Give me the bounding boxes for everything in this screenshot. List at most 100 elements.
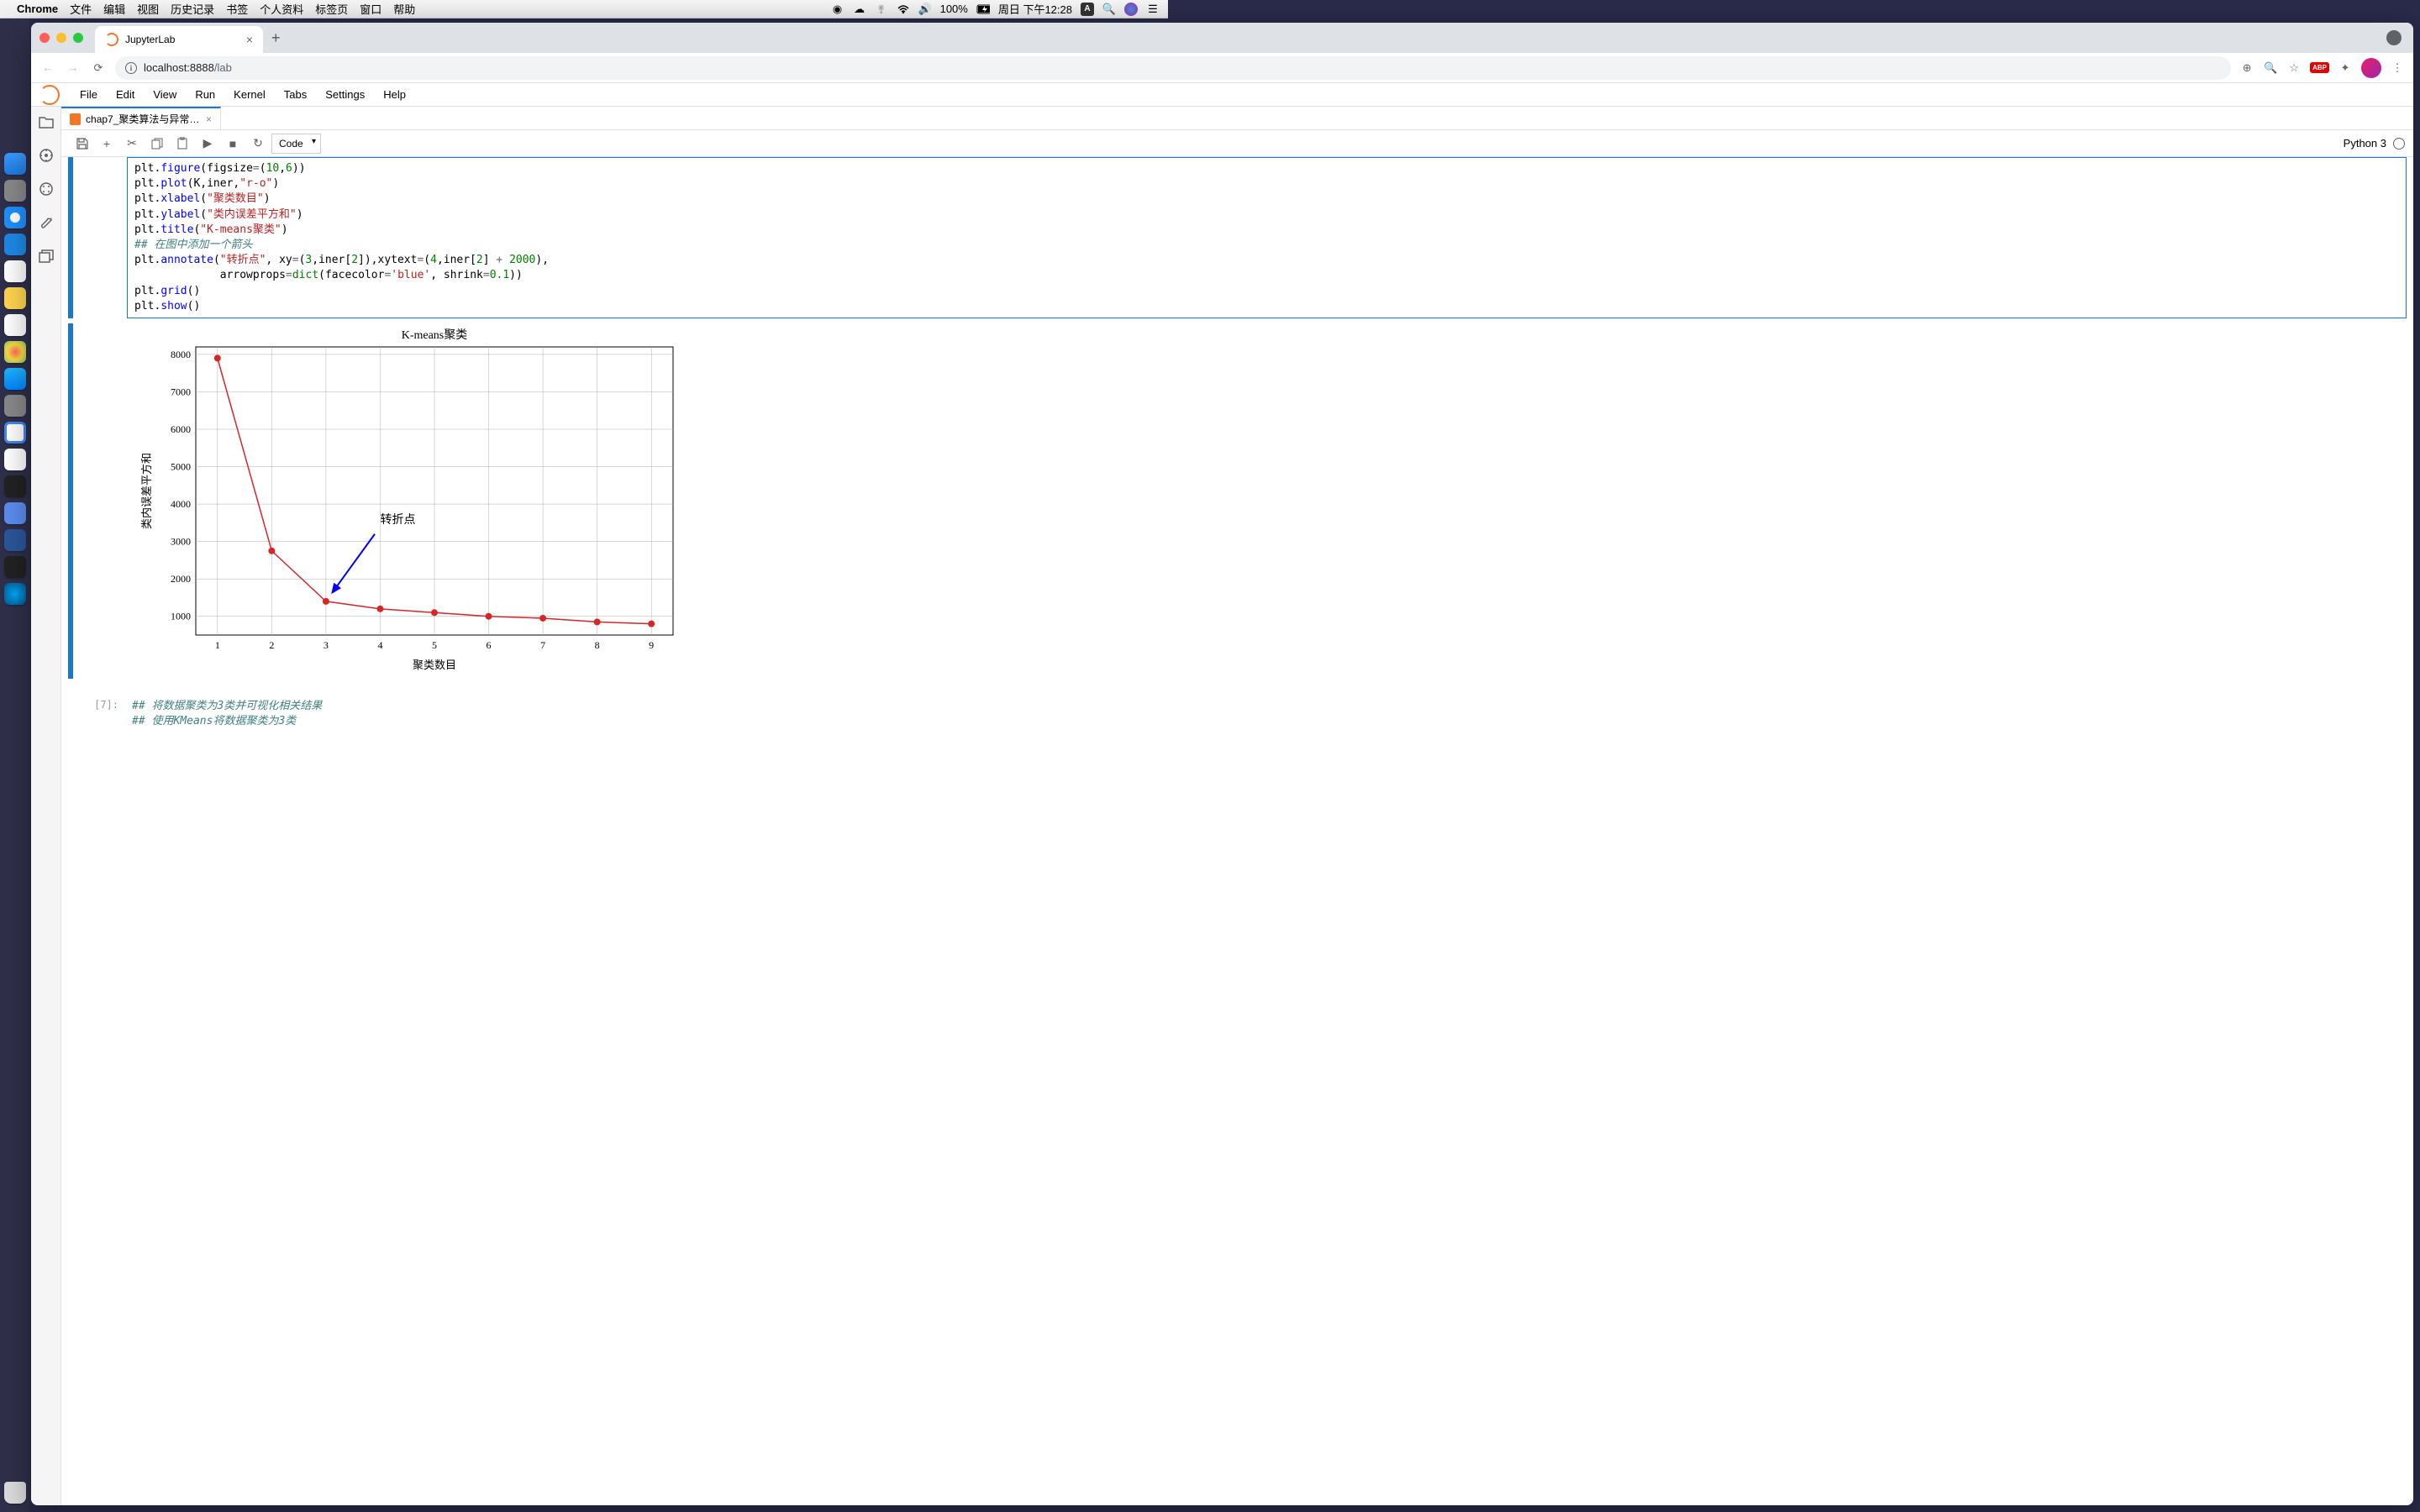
cut-button[interactable]: ✂: [120, 134, 144, 154]
notebook-area[interactable]: plt.figure(figsize=(10,6)) plt.plot(K,in…: [61, 157, 2413, 1505]
abp-extension-icon[interactable]: ABP: [2310, 62, 2329, 73]
profile-avatar[interactable]: [2361, 58, 2381, 78]
jlab-menu-file[interactable]: File: [71, 85, 106, 104]
dock-activity[interactable]: [4, 556, 26, 578]
reload-button[interactable]: ⟳: [90, 60, 107, 76]
jlab-menu-view[interactable]: View: [145, 85, 185, 104]
tabs-icon[interactable]: [38, 248, 55, 265]
svg-text:1000: 1000: [171, 611, 191, 622]
code-input[interactable]: ## 将数据聚类为3类并可视化相关结果 ## 使用KMeans将数据聚类为3类: [125, 696, 2407, 732]
dock-settings[interactable]: [4, 395, 26, 417]
dock-trash[interactable]: [4, 1482, 26, 1504]
dock-qq[interactable]: [4, 449, 26, 470]
wifi-icon[interactable]: [897, 3, 910, 16]
back-button[interactable]: ←: [39, 60, 56, 76]
input-source-icon[interactable]: A: [1081, 3, 1094, 16]
wrench-icon[interactable]: [38, 214, 55, 231]
translate-icon[interactable]: ⊕: [2239, 60, 2254, 76]
menu-file[interactable]: 文件: [70, 1, 92, 17]
jupyter-logo-icon[interactable]: [39, 85, 60, 105]
menu-help[interactable]: 帮助: [393, 1, 415, 17]
kernel-name[interactable]: Python 3: [2344, 137, 2386, 150]
window-close[interactable]: [39, 33, 50, 43]
tab-title: JupyterLab: [125, 34, 239, 45]
menu-edit[interactable]: 编辑: [103, 1, 125, 17]
dock-reminders[interactable]: [4, 314, 26, 336]
svg-text:K-means聚类: K-means聚类: [402, 328, 468, 342]
dock-safari[interactable]: [4, 207, 26, 228]
siri-icon[interactable]: [1124, 3, 1138, 16]
restart-button[interactable]: ↻: [246, 134, 270, 154]
tab-close-icon[interactable]: ×: [206, 113, 212, 125]
extensions-icon[interactable]: ✦: [2338, 60, 2353, 76]
code-input[interactable]: plt.figure(figsize=(10,6)) plt.plot(K,in…: [127, 157, 2407, 318]
run-button[interactable]: ▶: [196, 134, 219, 154]
jlab-menu-settings[interactable]: Settings: [317, 85, 373, 104]
jlab-menu-edit[interactable]: Edit: [108, 85, 143, 104]
menu-history[interactable]: 历史记录: [171, 1, 214, 17]
tab-close-icon[interactable]: ×: [246, 33, 253, 46]
dock-calendar[interactable]: [4, 260, 26, 282]
svg-text:2000: 2000: [171, 573, 191, 585]
commands-icon[interactable]: [38, 181, 55, 197]
menu-view[interactable]: 视图: [137, 1, 159, 17]
code-cell[interactable]: [7]: ## 将数据聚类为3类并可视化相关结果 ## 使用KMeans将数据聚…: [68, 696, 2407, 732]
notebook-tab[interactable]: chap7_聚类算法与异常值检 ×: [61, 107, 221, 129]
control-center-icon[interactable]: ☰: [1146, 3, 1160, 16]
battery-percent[interactable]: 100%: [940, 3, 968, 15]
chrome-menu-icon[interactable]: ⋮: [2390, 60, 2405, 76]
dock-word[interactable]: [4, 529, 26, 551]
jlab-menu-help[interactable]: Help: [375, 85, 414, 104]
notebook-toolbar: + ✂ ▶ ■ ↻ Code Python 3: [61, 130, 2413, 157]
dock-rstudio[interactable]: [4, 502, 26, 524]
window-minimize[interactable]: [56, 33, 66, 43]
kernel-status-icon[interactable]: [2393, 138, 2405, 150]
dock-launchpad[interactable]: [4, 180, 26, 202]
dock-photos[interactable]: [4, 341, 26, 363]
dock-finder[interactable]: [4, 153, 26, 175]
code-cell[interactable]: plt.figure(figsize=(10,6)) plt.plot(K,in…: [68, 157, 2407, 318]
window-maximize[interactable]: [73, 33, 83, 43]
dock-quicktime[interactable]: [4, 583, 26, 605]
menu-window[interactable]: 窗口: [360, 1, 381, 17]
clock[interactable]: 周日 下午12:28: [998, 1, 1072, 17]
dock-notes[interactable]: [4, 287, 26, 309]
jlab-menu-run[interactable]: Run: [187, 85, 224, 104]
dock-terminal[interactable]: [4, 475, 26, 497]
dock-appstore[interactable]: [4, 368, 26, 390]
notebook-tabs: chap7_聚类算法与异常值检 ×: [61, 107, 2413, 130]
jlab-menu-tabs[interactable]: Tabs: [276, 85, 315, 104]
running-icon[interactable]: [38, 147, 55, 164]
spotlight-icon[interactable]: 🔍: [1102, 3, 1116, 16]
save-button[interactable]: [70, 134, 93, 154]
paste-button[interactable]: [171, 134, 194, 154]
zoom-icon[interactable]: 🔍: [2263, 60, 2278, 76]
cell-type-select[interactable]: Code: [271, 134, 321, 154]
address-bar[interactable]: i localhost:8888/lab: [115, 56, 2231, 80]
jlab-menu-kernel[interactable]: Kernel: [225, 85, 274, 104]
forward-button[interactable]: →: [65, 60, 82, 76]
output-prompt: [75, 323, 125, 679]
menu-bookmarks[interactable]: 书签: [226, 1, 248, 17]
new-tab-button[interactable]: +: [271, 29, 281, 47]
stop-button[interactable]: ■: [221, 134, 245, 154]
menu-profiles[interactable]: 个人资料: [260, 1, 303, 17]
output-cell: K-means聚类1234567891000200030004000500060…: [68, 323, 2407, 679]
incognito-shield-icon[interactable]: [2386, 30, 2402, 45]
bluetooth-icon[interactable]: ⚵: [875, 3, 888, 16]
cloud-icon[interactable]: ☁: [853, 3, 866, 16]
browser-tab[interactable]: JupyterLab ×: [95, 26, 263, 53]
add-cell-button[interactable]: +: [95, 134, 118, 154]
url-text: localhost:8888/lab: [144, 61, 232, 74]
active-app-name[interactable]: Chrome: [17, 3, 58, 15]
dock-chrome[interactable]: [4, 422, 26, 444]
site-info-icon[interactable]: i: [125, 62, 137, 74]
record-icon[interactable]: ◉: [831, 3, 844, 16]
dock-mail[interactable]: [4, 234, 26, 255]
bookmark-star-icon[interactable]: ☆: [2286, 60, 2302, 76]
file-browser-icon[interactable]: [38, 113, 55, 130]
copy-button[interactable]: [145, 134, 169, 154]
volume-icon[interactable]: 🔊: [918, 3, 932, 16]
menu-tabs[interactable]: 标签页: [315, 1, 348, 17]
battery-icon: [976, 3, 990, 16]
